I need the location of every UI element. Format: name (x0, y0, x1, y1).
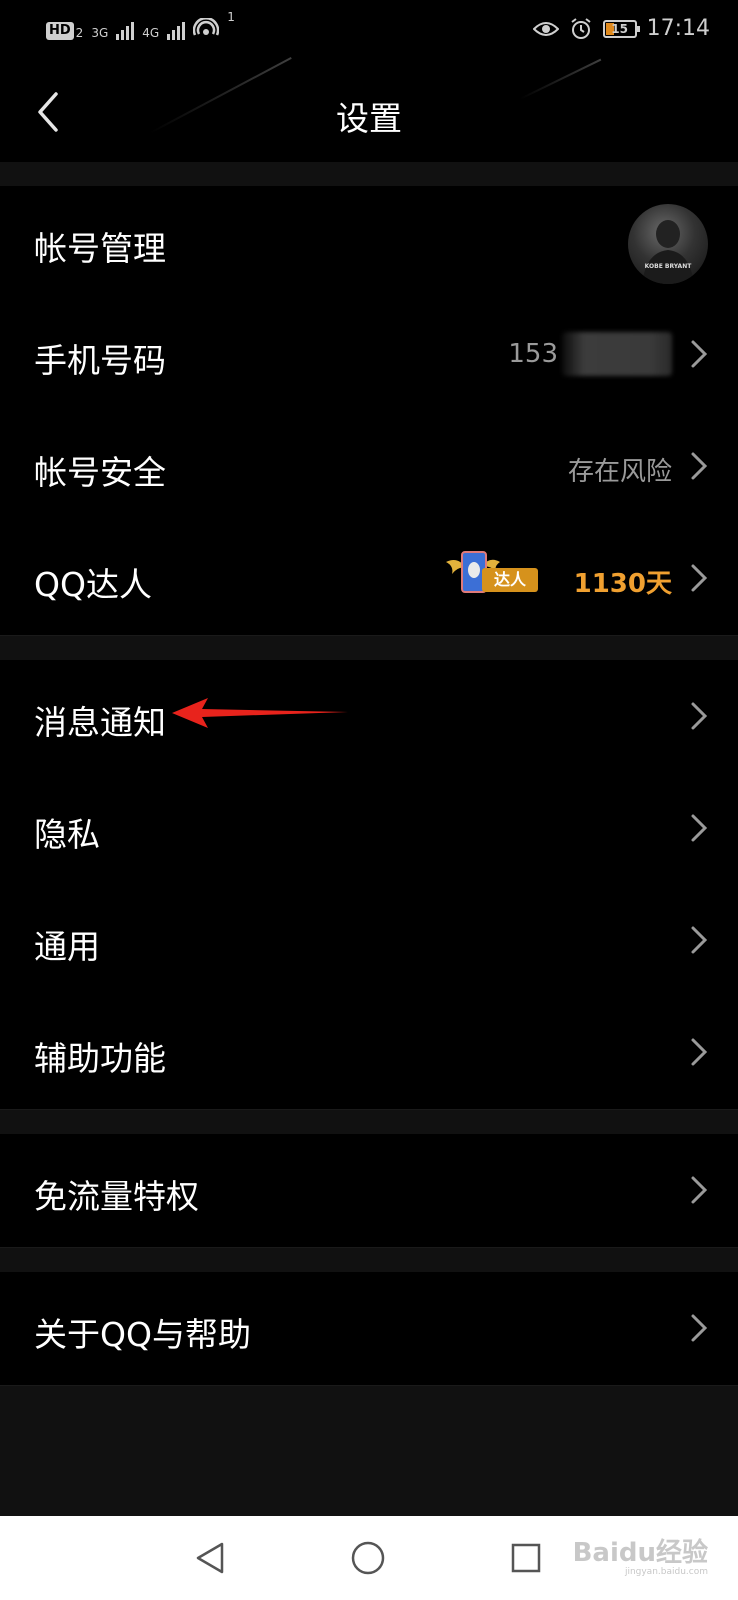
chevron-right-icon (691, 340, 708, 368)
settings-row-about[interactable]: 关于QQ与帮助 (0, 1272, 738, 1386)
phone-value: 153 (508, 339, 558, 369)
row-label: 帐号安全 (34, 453, 166, 492)
battery-icon: 15 (602, 19, 640, 38)
hotspot-count: 1 (227, 10, 235, 24)
alarm-icon (570, 17, 591, 39)
watermark-sub: jingyan.baidu.com (624, 1567, 708, 1577)
talent-label: 达人 (482, 568, 538, 592)
settings-row-free-data[interactable]: 免流量特权 (0, 1134, 738, 1248)
talent-badge: 达人 (444, 546, 542, 610)
settings-row-general[interactable]: 通用 (0, 884, 738, 998)
chevron-right-icon (691, 564, 708, 592)
system-nav-bar: Baidu经验 jingyan.baidu.com (0, 1516, 738, 1600)
chevron-right-icon (691, 702, 708, 730)
watermark-text: Baidu经验 (572, 1538, 708, 1568)
chevron-right-icon (691, 1176, 708, 1204)
network-3g-label: 3G (91, 26, 109, 40)
settings-row-qq-talent[interactable]: QQ达人 达人 1130天 (0, 522, 738, 636)
row-label: QQ达人 (34, 565, 152, 604)
redaction-blur (562, 332, 672, 376)
group-divider (0, 1248, 738, 1272)
settings-row-account[interactable]: 帐号管理 KOBE BRYANT (0, 186, 738, 300)
row-label: 通用 (34, 927, 100, 966)
row-label: 手机号码 (34, 341, 166, 380)
row-label: 消息通知 (34, 703, 166, 742)
row-label: 辅助功能 (34, 1039, 166, 1078)
row-label: 关于QQ与帮助 (34, 1315, 251, 1354)
back-triangle-icon[interactable] (190, 1538, 230, 1578)
avatar: KOBE BRYANT (628, 204, 708, 284)
home-circle-icon[interactable] (348, 1538, 388, 1578)
clock: 17:14 (646, 16, 710, 41)
chevron-right-icon (691, 926, 708, 954)
chevron-right-icon (691, 814, 708, 842)
talent-days: 1130天 (573, 569, 672, 599)
hd-badge: HD (46, 22, 74, 40)
group-divider (0, 162, 738, 186)
group-divider (0, 636, 738, 660)
row-label: 帐号管理 (34, 229, 166, 268)
chevron-right-icon (691, 1038, 708, 1066)
hotspot-icon (193, 18, 220, 36)
recents-square-icon[interactable] (506, 1538, 546, 1578)
page-title: 设置 (336, 99, 402, 138)
row-label: 隐私 (34, 815, 100, 854)
settings-row-phone[interactable]: 手机号码 153 (0, 298, 738, 412)
status-left: HD 2 3G 4G 1 (46, 10, 235, 40)
red-arrow-annotation (172, 698, 348, 728)
chevron-right-icon (691, 452, 708, 480)
security-status: 存在风险 (567, 457, 672, 487)
network-4g-label: 4G (142, 26, 160, 40)
signal-icon-2 (167, 20, 186, 40)
bottom-filler (0, 1386, 738, 1516)
status-bar: HD 2 3G 4G 1 15 17:14 (0, 0, 738, 62)
signal-icon (116, 20, 135, 40)
avatar-figure (642, 220, 694, 284)
settings-row-privacy[interactable]: 隐私 (0, 772, 738, 886)
eye-icon (532, 21, 559, 36)
status-right: 15 17:14 (532, 16, 710, 41)
row-label: 免流量特权 (34, 1177, 199, 1216)
settings-row-notifications[interactable]: 消息通知 (0, 660, 738, 774)
avatar-caption: KOBE BRYANT (644, 263, 692, 270)
chevron-right-icon (691, 1314, 708, 1342)
watermark: Baidu经验 jingyan.baidu.com (573, 1532, 708, 1577)
title-bar: 设置 (0, 57, 738, 162)
settings-row-accessibility[interactable]: 辅助功能 (0, 996, 738, 1110)
settings-row-security[interactable]: 帐号安全 存在风险 (0, 410, 738, 524)
sim-index: 2 (75, 26, 84, 40)
group-divider (0, 1110, 738, 1134)
battery-level: 15 (611, 21, 628, 36)
